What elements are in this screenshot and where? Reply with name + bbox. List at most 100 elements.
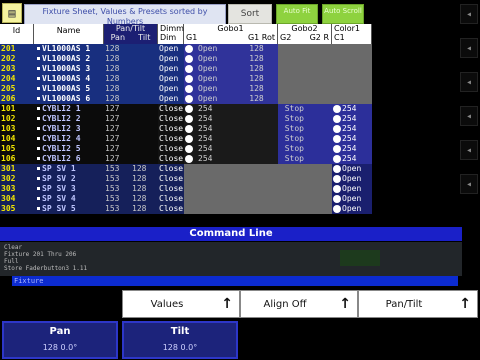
col-gobo1-title: Gobo1 [217,24,244,33]
table-row[interactable]: 101 CYBLI2 1 127 Close 254 Stop 254 [0,104,372,114]
col-id-header[interactable]: Id [0,24,34,44]
col-dimm-header[interactable]: Dimm Dim [158,24,184,44]
cell-pan: 128 [105,54,120,63]
cell-pan: 153 [105,204,120,213]
command-cursor-block [2,276,12,286]
cell-tilt: 128 [132,174,147,183]
pan-encoder[interactable]: Pan 128 0.0° [2,321,118,359]
table-row[interactable]: 304 SP SV 4 153 128 Close Open [0,194,372,204]
pan-tilt-button[interactable]: Pan/Tilt ↑ [358,290,478,318]
cell-gobo2-r [306,84,332,94]
cell-gobo1-rot [234,134,278,144]
cell-gobo2 [278,194,306,204]
cell-pan: 127 [105,124,120,133]
side-arrow-button-4[interactable]: ◂ [460,106,478,126]
table-row[interactable]: 106 CYBLI2 6 127 Close 254 Stop 254 [0,154,372,164]
col-pantilt-header[interactable]: Pan/Tilt Pan Tilt [104,24,158,44]
table-row[interactable]: 201 VL1000AS 1 128 Open Open 128 [0,44,372,54]
sort-button[interactable]: Sort [228,4,272,24]
cell-pan: 153 [105,194,120,203]
fixture-marker-icon [37,207,40,210]
cell-gobo2-r [306,134,332,144]
cell-dim: Open [159,94,179,103]
auto-scroll-button[interactable]: Auto Scroll [322,4,364,24]
table-row[interactable]: 203 VL1000AS 3 128 Open Open 128 [0,64,372,74]
cell-gobo2-r [306,204,332,214]
cell-dim: Open [159,74,179,83]
cell-pan: 127 [105,154,120,163]
fixture-sheet-screen: ▤ Fixture Sheet, Values & Presets sorted… [0,0,480,360]
pan-encoder-value: 128 0.0° [42,343,78,352]
table-row[interactable]: 102 CYBLI2 2 127 Close 254 Stop 254 [0,114,372,124]
col-gobo2-header[interactable]: Gobo2 G2 G2 R [278,24,332,44]
cell-pan: 128 [105,74,120,83]
cell-tilt [131,114,158,124]
cell-tilt [131,54,158,64]
side-arrow-button-1[interactable]: ◂ [460,4,478,24]
cell-gobo1-rot [234,114,278,124]
fixture-marker-icon [37,67,40,70]
table-row[interactable]: 305 SP SV 5 153 128 Close Open [0,204,372,214]
col-color1-title: Color1 [334,24,360,33]
col-c1-sub: C1 [334,33,345,42]
fixture-marker-icon [37,157,40,160]
color-open-icon [333,105,341,113]
cell-dim: Close [158,144,184,154]
cell-gobo2-r [306,184,332,194]
table-row[interactable]: 104 CYBLI2 4 127 Close 254 Stop 254 [0,134,372,144]
cell-id: 303 [0,184,34,194]
cell-id: 305 [0,204,34,214]
command-history-line: Fixture 201 Thru 206 [4,251,77,258]
cell-name: VL1000AS 1 [42,44,91,53]
auto-fit-button[interactable]: Auto Fit [276,4,318,24]
color-open-icon [333,145,341,153]
side-arrow-button-3[interactable]: ◂ [460,72,478,92]
fixture-marker-icon [37,97,40,100]
cell-name: SP SV 2 [42,174,76,183]
cell-gobo2: Stop [278,144,306,154]
cell-dim: Close [159,204,184,213]
table-row[interactable]: 204 VL1000AS 4 128 Open Open 128 [0,74,372,84]
command-side-button[interactable] [340,250,380,266]
table-row[interactable]: 303 SP SV 3 153 128 Close Open [0,184,372,194]
cell-gobo1 [184,204,234,214]
cell-pan: 127 [105,144,120,153]
table-row[interactable]: 202 VL1000AS 2 128 Open Open 128 [0,54,372,64]
command-line-title: Command Line [0,227,462,241]
col-color1-header[interactable]: Color1 C1 [332,24,372,44]
table-row[interactable]: 205 VL1000AS 5 128 Open Open 128 [0,84,372,94]
cell-gobo2 [278,184,306,194]
align-off-button[interactable]: Align Off ↑ [240,290,358,318]
sheet-icon[interactable]: ▤ [2,3,22,23]
cell-name: SP SV 5 [42,204,76,213]
command-input[interactable]: Fixture [2,276,458,286]
fixture-marker-icon [37,197,40,200]
cell-dim: Close [159,184,184,193]
col-name-header[interactable]: Name [34,24,104,44]
table-row[interactable]: 302 SP SV 2 153 128 Close Open [0,174,372,184]
table-row[interactable]: 301 SP SV 1 153 128 Close Open [0,164,372,174]
cell-name: CYBLI2 1 [42,104,81,113]
values-button[interactable]: Values ↑ [122,290,240,318]
cell-color1 [332,54,372,64]
table-row[interactable]: 206 VL1000AS 6 128 Open Open 128 [0,94,372,104]
table-row[interactable]: 105 CYBLI2 5 127 Close 254 Stop 254 [0,144,372,154]
side-arrow-button-2[interactable]: ◂ [460,38,478,58]
side-arrow-button-6[interactable]: ◂ [460,174,478,194]
fixture-table: Id Name Pan/Tilt Pan Tilt Dimm Dim Gobo1 … [0,24,372,224]
pan-tilt-button-label: Pan/Tilt [385,298,423,310]
cell-gobo1 [184,174,234,184]
cell-gobo1-rot [234,104,278,114]
gobo-open-icon [185,145,193,153]
table-row[interactable]: 103 CYBLI2 3 127 Close 254 Stop 254 [0,124,372,134]
cell-gobo1-rot [234,124,278,134]
col-pantilt-title: Pan/Tilt [115,24,146,33]
values-button-label: Values [150,298,184,310]
fixture-marker-icon [37,187,40,190]
tilt-encoder[interactable]: Tilt 128 0.0° [122,321,238,359]
fixture-marker-icon [37,77,40,80]
cell-gobo1-rot: 128 [234,44,278,54]
side-arrow-button-5[interactable]: ◂ [460,140,478,160]
cell-gobo2: Stop [278,124,306,134]
col-gobo1-header[interactable]: Gobo1 G1 G1 Rot [184,24,278,44]
